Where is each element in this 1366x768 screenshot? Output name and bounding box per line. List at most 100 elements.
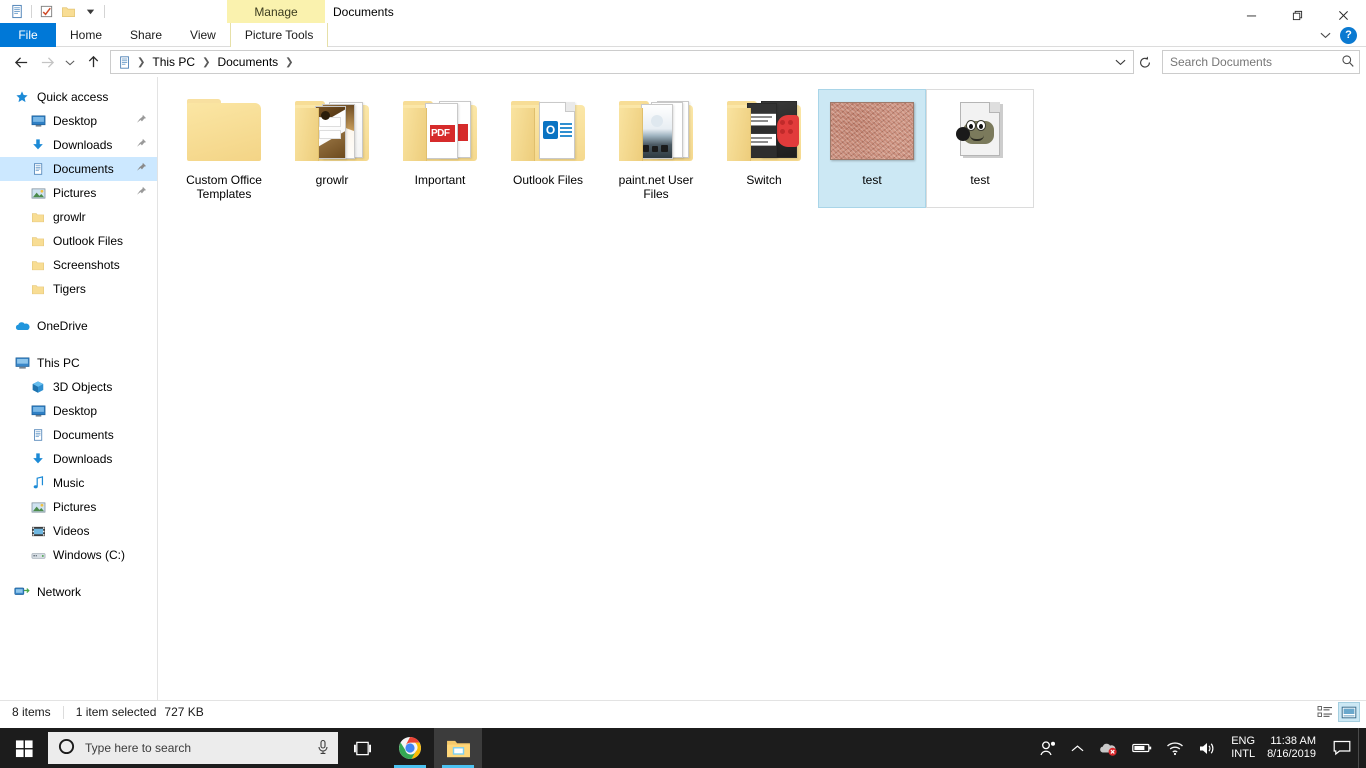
refresh-icon[interactable]: [1134, 51, 1156, 73]
folder-photos-icon: [284, 93, 380, 169]
sidebar-item-this-pc[interactable]: This PC: [0, 351, 157, 375]
tab-view[interactable]: View: [176, 23, 230, 47]
customize-dropdown-icon[interactable]: [79, 1, 101, 22]
search-icon[interactable]: [1341, 54, 1355, 71]
file-list-view[interactable]: Custom Office Templates growlr PDF Impor…: [158, 77, 1366, 700]
wifi-icon[interactable]: [1159, 728, 1191, 768]
contextual-tab-group-manage: Manage: [227, 0, 325, 23]
sidebar-item-documents-pc[interactable]: Documents: [0, 423, 157, 447]
file-item-test-xcf[interactable]: test: [926, 89, 1034, 208]
sidebar-item-outlook-files[interactable]: Outlook Files: [0, 229, 157, 253]
sidebar-item-onedrive[interactable]: OneDrive: [0, 314, 157, 338]
microphone-icon[interactable]: [316, 739, 330, 758]
folder-icon: [28, 259, 48, 272]
sidebar-item-documents[interactable]: Documents: [0, 157, 157, 181]
file-item-growlr[interactable]: growlr: [278, 89, 386, 208]
language-line-2: INTL: [1231, 748, 1256, 760]
tab-share[interactable]: Share: [116, 23, 176, 47]
start-button[interactable]: [0, 728, 48, 768]
address-bar[interactable]: ❯ This PC ❯ Documents ❯: [110, 50, 1134, 74]
file-item-important[interactable]: F PDF Important: [386, 89, 494, 208]
ribbon-collapse-chevron-icon[interactable]: [1316, 31, 1334, 39]
sidebar-item-pictures[interactable]: Pictures: [0, 181, 157, 205]
sidebar-item-network[interactable]: Network: [0, 580, 157, 604]
cortana-icon[interactable]: [58, 738, 75, 758]
sidebar-item-pictures-pc[interactable]: Pictures: [0, 495, 157, 519]
taskbar-app-file-explorer[interactable]: [434, 728, 482, 768]
folder-icon: [28, 235, 48, 248]
file-item-switch[interactable]: Switch: [710, 89, 818, 208]
file-item-test-image[interactable]: test: [818, 89, 926, 208]
star-icon: [12, 90, 32, 104]
ribbon-right-controls: ?: [1316, 23, 1362, 47]
address-dropdown-chevron-icon[interactable]: [1109, 51, 1131, 73]
download-icon: [28, 452, 48, 466]
breadcrumb-separator[interactable]: ❯: [199, 57, 213, 68]
people-icon[interactable]: [1032, 728, 1064, 768]
file-item-outlook-files[interactable]: O Outlook Files: [494, 89, 602, 208]
navigation-pane[interactable]: Quick access Desktop Downloads Documents…: [0, 77, 158, 700]
large-icons-view-button[interactable]: [1338, 702, 1360, 722]
language-line-1: ENG: [1231, 735, 1256, 747]
address-bar-row: ❯ This PC ❯ Documents ❯ Search Documents: [0, 47, 1366, 77]
music-icon: [28, 476, 48, 490]
show-desktop-button[interactable]: [1358, 728, 1366, 768]
documents-icon: [28, 428, 48, 442]
ribbon-tab-bar: File Home Share View Picture Tools ?: [0, 23, 1366, 47]
battery-icon[interactable]: [1125, 728, 1159, 768]
up-button[interactable]: [80, 49, 106, 75]
sidebar-item-label: OneDrive: [37, 319, 88, 333]
task-view-button[interactable]: [338, 728, 386, 768]
show-hidden-icons-chevron-up-icon[interactable]: [1064, 728, 1091, 768]
file-item-custom-office-templates[interactable]: Custom Office Templates: [170, 89, 278, 208]
sidebar-item-downloads[interactable]: Downloads: [0, 133, 157, 157]
sidebar-item-tigers[interactable]: Tigers: [0, 277, 157, 301]
qat-separator-1: [31, 5, 32, 18]
help-button[interactable]: ?: [1340, 26, 1357, 44]
clock[interactable]: 11:38 AM 8/16/2019: [1263, 728, 1326, 768]
onedrive-icon[interactable]: [1091, 728, 1125, 768]
sidebar-item-downloads-pc[interactable]: Downloads: [0, 447, 157, 471]
pin-icon: [136, 186, 147, 200]
network-icon: [12, 585, 32, 599]
taskbar-app-chrome[interactable]: [386, 728, 434, 768]
new-folder-icon[interactable]: [57, 1, 79, 22]
search-input[interactable]: Search Documents: [1162, 50, 1360, 74]
tab-picture-tools[interactable]: Picture Tools: [229, 23, 329, 47]
tab-file[interactable]: File: [0, 23, 56, 47]
sidebar-item-label: growlr: [53, 210, 86, 224]
breadcrumb-documents[interactable]: Documents: [213, 53, 282, 71]
sidebar-item-music[interactable]: Music: [0, 471, 157, 495]
sidebar-item-3d-objects[interactable]: 3D Objects: [0, 375, 157, 399]
language-indicator[interactable]: ENG INTL: [1223, 728, 1263, 768]
tab-home[interactable]: Home: [56, 23, 116, 47]
sidebar-item-desktop[interactable]: Desktop: [0, 109, 157, 133]
sidebar-item-screenshots[interactable]: Screenshots: [0, 253, 157, 277]
properties-icon[interactable]: [35, 1, 57, 22]
breadcrumb-separator[interactable]: ❯: [134, 57, 148, 68]
sidebar-item-quick-access[interactable]: Quick access: [0, 85, 157, 109]
onedrive-icon: [12, 320, 32, 332]
sidebar-item-label: Downloads: [53, 452, 113, 466]
sidebar-item-videos[interactable]: Videos: [0, 519, 157, 543]
details-view-button[interactable]: [1314, 702, 1336, 722]
breadcrumb-separator[interactable]: ❯: [282, 57, 296, 68]
forward-button[interactable]: [34, 49, 60, 75]
folder-outlook-icon: O: [500, 93, 596, 169]
breadcrumb-this-pc[interactable]: This PC: [148, 53, 199, 71]
back-button[interactable]: [8, 49, 34, 75]
sidebar-item-windows-c[interactable]: Windows (C:): [0, 543, 157, 567]
videos-icon: [28, 525, 48, 538]
documents-icon[interactable]: [6, 1, 28, 22]
volume-icon[interactable]: [1191, 728, 1223, 768]
desktop-icon: [28, 404, 48, 418]
sidebar-item-desktop-pc[interactable]: Desktop: [0, 399, 157, 423]
action-center-icon[interactable]: [1326, 728, 1358, 768]
recent-locations-chevron-icon[interactable]: [60, 49, 80, 75]
taskbar: Type here to search ENG INTL 11:38 AM 8/…: [0, 728, 1366, 768]
sidebar-item-growlr[interactable]: growlr: [0, 205, 157, 229]
file-item-paintnet-user-files[interactable]: paint.net User Files: [602, 89, 710, 208]
pictures-icon: [28, 187, 48, 200]
taskbar-search-input[interactable]: Type here to search: [48, 732, 338, 764]
